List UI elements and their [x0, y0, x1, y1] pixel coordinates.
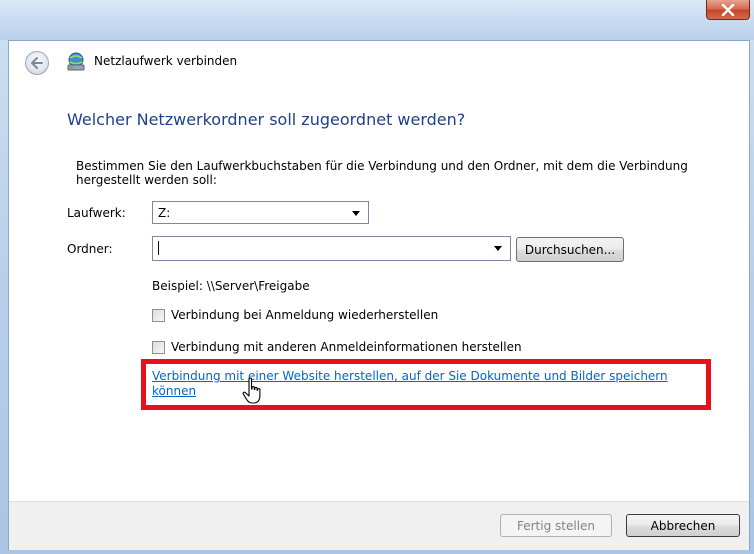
back-arrow-icon	[31, 57, 43, 69]
dialog-window: Netzlaufwerk verbinden Welcher Netzwerko…	[0, 0, 754, 554]
other-credentials-label: Verbindung mit anderen Anmeldeinformatio…	[171, 340, 522, 354]
chevron-down-icon	[494, 246, 502, 251]
instruction-text: Bestimmen Sie den Laufwerkbuchstaben für…	[76, 159, 688, 187]
drive-label: Laufwerk:	[67, 206, 126, 220]
reconnect-label: Verbindung bei Anmeldung wiederherstelle…	[171, 308, 439, 322]
network-drive-icon	[67, 52, 85, 71]
dialog-content: Netzlaufwerk verbinden Welcher Netzwerko…	[8, 40, 750, 550]
dialog-footer: Fertig stellen Abbrechen	[9, 501, 749, 550]
browse-button[interactable]: Durchsuchen...	[516, 237, 624, 262]
navigation-bar: Netzlaufwerk verbinden	[9, 41, 749, 79]
highlight-box	[141, 359, 711, 410]
other-credentials-option[interactable]: Verbindung mit anderen Anmeldeinformatio…	[152, 340, 522, 354]
text-caret	[158, 241, 159, 255]
example-text: Beispiel: \\Server\Freigabe	[152, 279, 310, 293]
finish-button[interactable]: Fertig stellen	[500, 514, 612, 537]
back-button[interactable]	[25, 51, 49, 75]
title-bar	[0, 0, 754, 40]
folder-input[interactable]	[152, 236, 511, 261]
chevron-down-icon	[352, 211, 360, 216]
drive-select[interactable]: Z:	[152, 201, 369, 224]
hand-pointer-icon	[242, 377, 261, 404]
reconnect-checkbox[interactable]	[152, 308, 165, 322]
reconnect-option[interactable]: Verbindung bei Anmeldung wiederherstelle…	[152, 308, 438, 322]
close-button[interactable]	[706, 0, 750, 20]
close-icon	[721, 3, 735, 16]
drive-select-value: Z:	[158, 206, 171, 220]
window-title: Netzlaufwerk verbinden	[94, 54, 238, 68]
folder-label: Ordner:	[67, 242, 113, 256]
page-heading: Welcher Netzwerkordner soll zugeordnet w…	[67, 110, 466, 129]
other-credentials-checkbox[interactable]	[152, 340, 165, 354]
cancel-button[interactable]: Abbrechen	[626, 514, 740, 537]
